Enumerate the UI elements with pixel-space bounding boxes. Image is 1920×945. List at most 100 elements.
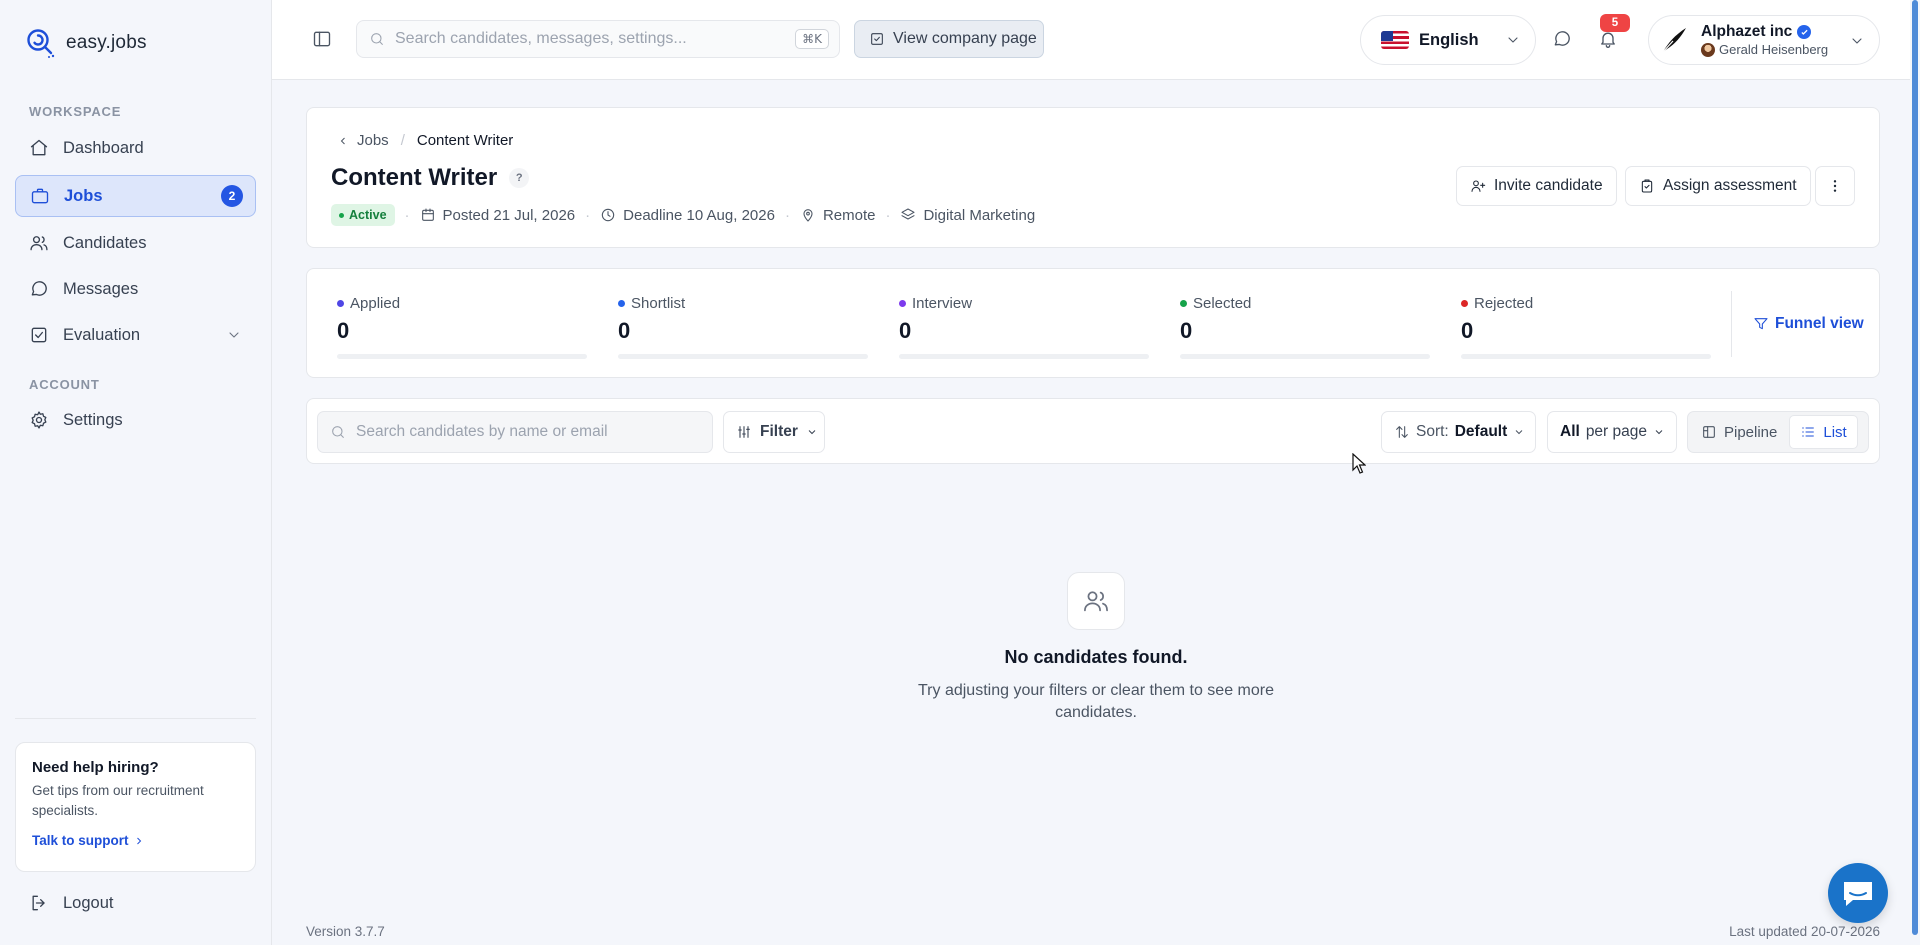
more-vertical-icon (1827, 178, 1843, 194)
sidebar-item-settings[interactable]: Settings (15, 399, 256, 441)
status-label: Active (349, 208, 387, 222)
sidebar-divider (15, 718, 256, 719)
invite-candidate-button[interactable]: Invite candidate (1456, 166, 1617, 206)
empty-state: No candidates found. Try adjusting your … (272, 572, 1920, 724)
per-page-dropdown[interactable]: All per page (1547, 411, 1677, 453)
meta-separator: · (784, 206, 790, 224)
view-company-page-button[interactable]: View company page (854, 20, 1044, 58)
meta-separator: · (585, 206, 591, 224)
logout-icon (29, 893, 49, 913)
help-card-text: Get tips from our recruitment specialist… (32, 783, 204, 818)
stat-value: 0 (1180, 318, 1193, 343)
messages-icon[interactable] (1552, 29, 1572, 49)
pipeline-stats-card: Applied 0 Shortlist 0 Interview 0 Select… (306, 268, 1880, 378)
sidebar-item-jobs[interactable]: Jobs 2 (15, 175, 256, 217)
sidebar-item-label: Jobs (64, 186, 103, 205)
per-page-value: All (1560, 423, 1580, 440)
page-title: Content Writer ? (331, 164, 530, 192)
chevron-left-icon[interactable] (337, 135, 349, 147)
job-category: Digital Marketing (900, 207, 1035, 224)
invite-candidate-label: Invite candidate (1494, 177, 1603, 194)
sidebar-item-label: Messages (63, 279, 139, 298)
notification-bell-icon[interactable] (1598, 29, 1618, 49)
version-text: Version 3.7.7 (306, 924, 385, 939)
funnel-view-button[interactable]: Funnel view (1753, 315, 1864, 333)
breadcrumb: Jobs / Content Writer (337, 132, 513, 149)
verified-check-icon (1797, 25, 1812, 39)
stat-value: 0 (899, 318, 912, 343)
sidebar-item-dashboard[interactable]: Dashboard (15, 127, 256, 169)
stat-applied[interactable]: Applied 0 (337, 295, 587, 359)
job-header-card: Jobs / Content Writer Content Writer ? A… (306, 107, 1880, 248)
sort-prefix: Sort: (1416, 423, 1449, 440)
home-icon (29, 138, 49, 158)
logout-label: Logout (63, 893, 114, 912)
language-selector[interactable]: English (1360, 15, 1536, 65)
funnel-view-label: Funnel view (1775, 315, 1864, 332)
pipeline-view-button[interactable]: Pipeline (1691, 415, 1787, 449)
chevron-down-icon (1849, 33, 1865, 49)
posted-date: Posted 21 Jul, 2026 (420, 207, 575, 224)
logout-button[interactable]: Logout (15, 882, 256, 924)
scrollbar-thumb[interactable] (1912, 0, 1918, 935)
mouse-cursor-icon (1352, 453, 1366, 475)
stat-selected[interactable]: Selected 0 (1180, 295, 1430, 359)
stat-label: Interview (912, 295, 973, 312)
kanban-icon (1701, 424, 1717, 440)
chevron-right-icon (133, 835, 145, 847)
breadcrumb-current: Content Writer (416, 132, 514, 149)
sidebar-item-messages[interactable]: Messages (15, 268, 256, 310)
more-options-button[interactable] (1815, 166, 1855, 206)
empty-state-title: No candidates found. (1004, 647, 1188, 667)
list-icon (1800, 424, 1816, 440)
stat-shortlist[interactable]: Shortlist 0 (618, 295, 868, 359)
language-label: English (1419, 30, 1479, 49)
page-scrollbar[interactable] (1910, 0, 1920, 945)
talk-to-support-link[interactable]: Talk to support (32, 833, 239, 848)
global-search-input[interactable]: Search candidates, messages, settings...… (356, 20, 840, 58)
candidate-search-input[interactable]: Search candidates by name or email (317, 411, 713, 453)
users-icon (29, 233, 49, 253)
stat-progress-bar (618, 354, 868, 359)
interview-dot-icon (899, 300, 906, 307)
logo-icon (24, 26, 58, 60)
stat-value: 0 (1461, 318, 1474, 343)
account-menu[interactable]: Alphazet inc Gerald Heisenberg (1648, 15, 1880, 65)
us-flag-icon (1381, 31, 1409, 49)
layers-icon (900, 207, 916, 223)
job-meta: Active · Posted 21 Jul, 2026 · Deadline … (331, 204, 1035, 226)
external-check-icon (869, 31, 885, 47)
meta-separator: · (885, 206, 891, 224)
stat-rejected[interactable]: Rejected 0 (1461, 295, 1711, 359)
sidebar-toggle-icon[interactable] (312, 29, 332, 49)
assign-assessment-label: Assign assessment (1663, 177, 1797, 194)
sidebar-item-candidates[interactable]: Candidates (15, 222, 256, 264)
stat-interview[interactable]: Interview 0 (899, 295, 1149, 359)
live-chat-button[interactable] (1828, 863, 1888, 923)
sidebar-item-evaluation[interactable]: Evaluation (15, 314, 256, 356)
breadcrumb-separator: / (400, 132, 405, 149)
list-view-button[interactable]: List (1789, 415, 1858, 449)
chevron-down-icon (226, 327, 242, 343)
last-updated-text: Last updated 20-07-2026 (1729, 924, 1880, 939)
chat-bubble-icon (1841, 878, 1875, 908)
stat-progress-bar (899, 354, 1149, 359)
top-bar: Search candidates, messages, settings...… (272, 0, 1920, 80)
search-icon (369, 31, 385, 47)
help-question-icon[interactable]: ? (509, 168, 530, 188)
briefcase-icon (30, 186, 50, 206)
job-title-text: Content Writer (331, 164, 498, 191)
breadcrumb-jobs-link[interactable]: Jobs (357, 132, 389, 149)
stat-value: 0 (618, 318, 631, 343)
sort-dropdown[interactable]: Sort: Default (1381, 411, 1536, 453)
jobs-count-badge: 2 (221, 185, 243, 207)
candidates-toolbar: Search candidates by name or email Filte… (306, 398, 1880, 464)
empty-state-text: Try adjusting your filters or clear them… (918, 682, 1274, 721)
assign-assessment-button[interactable]: Assign assessment (1625, 166, 1811, 206)
sidebar-item-label: Candidates (63, 233, 147, 252)
app-logo[interactable]: easy.jobs (24, 26, 147, 60)
users-icon (1067, 572, 1125, 630)
filter-button[interactable]: Filter (723, 411, 825, 453)
filter-label: Filter (760, 423, 798, 440)
search-shortcut-hint: ⌘K (795, 29, 829, 49)
